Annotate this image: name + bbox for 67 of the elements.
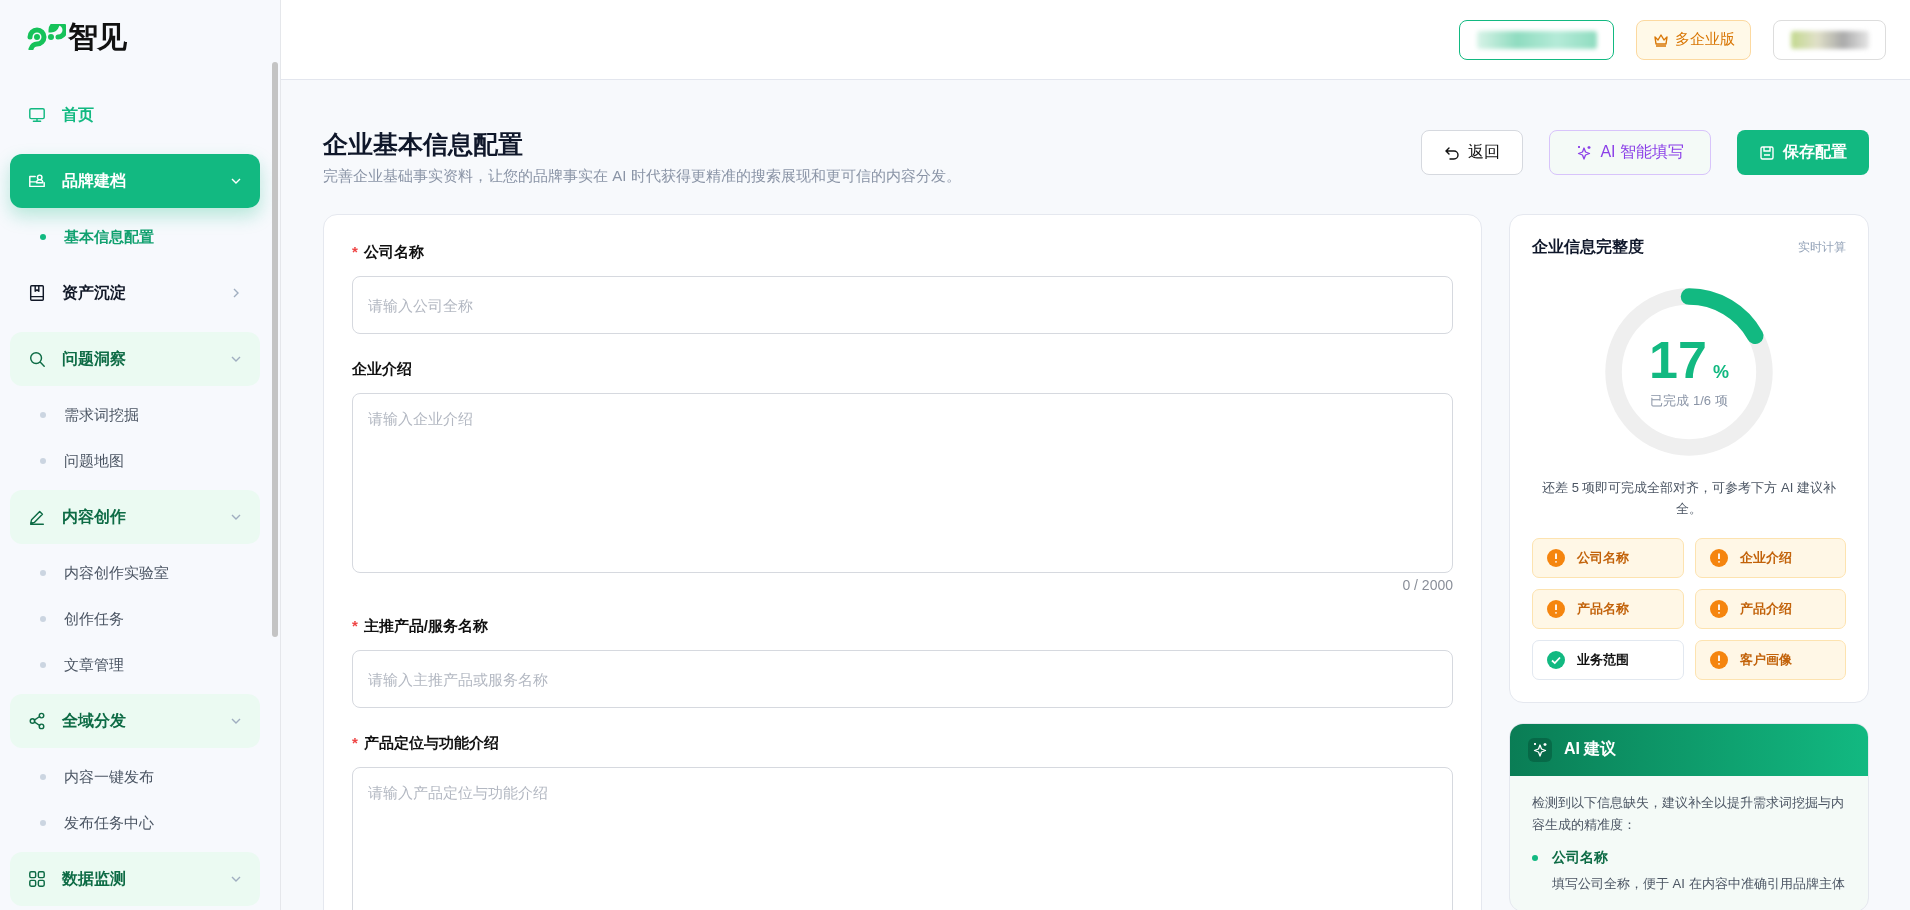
status-tag[interactable]: 产品名称 [1532,588,1684,629]
status-tag[interactable]: 产品介绍 [1694,588,1846,629]
sidebar-subitem[interactable]: 问题地图 [10,442,260,480]
warning-icon [1709,599,1728,618]
field-label: 企业介绍 [352,360,412,377]
sidebar-subitem[interactable]: 发布任务中心 [10,804,260,842]
hint-text: 还差 5 项即可完成全部对齐，可参考下方 AI 建议补全。 [1541,479,1837,518]
sidebar-subitem[interactable]: 内容创作实验室 [10,554,260,592]
monitor-icon [28,106,46,124]
warning-icon [1709,650,1728,669]
card-title: 企业信息完整度 [1532,237,1644,257]
page-title: 企业基本信息配置 [323,129,524,160]
progress-text: 已完成 1/6 项 [1650,392,1728,410]
warning-icon [1547,599,1565,618]
character-counter: 0 / 2000 [1402,577,1453,593]
id-card-icon [28,172,46,190]
text-field[interactable]: 请输入公司全称 [352,276,1453,334]
status-tag[interactable]: 业务范围 [1532,639,1684,680]
status-tag[interactable]: 企业介绍 [1694,537,1846,578]
textarea-field[interactable]: 请输入产品定位与功能介绍 [352,767,1453,910]
page-subtitle: 完善企业基础事实资料，让您的品牌事实在 AI 时代获得更精准的搜索展现和更可信的内容分发。 [323,167,961,186]
field-label: 主推产品/服务名称 [363,617,488,634]
sidebar-subitem[interactable]: 创作任务 [10,600,260,638]
suggestion-title: 公司名称 [1552,849,1608,868]
sidebar-subitem[interactable]: 需求词挖掘 [10,396,260,434]
text-field[interactable]: 请输入主推产品或服务名称 [352,650,1453,708]
sparkle-icon [1576,144,1593,161]
sparkle-icon [1528,737,1552,762]
card-note: 实时计算 [1798,239,1846,256]
redacted-chip[interactable] [1459,19,1614,60]
grid-icon [28,870,46,888]
card-title: AI 建议 [1564,739,1617,760]
required-mark: * [352,617,358,634]
back-button[interactable]: 返回 [1421,130,1524,175]
sidebar-subitem[interactable]: 内容一键发布 [10,758,260,796]
required-mark: * [352,243,358,260]
sidebar-subitem[interactable]: 文章管理 [10,646,260,684]
bullet-dot [1532,855,1538,862]
crown-icon [1652,31,1669,48]
suggestion-text: 填写公司全称，便于 AI 在内容中准确引用品牌主体 [1552,875,1846,894]
ai-fill-button[interactable]: AI 智能填写 [1549,130,1711,175]
textarea-field[interactable]: 请输入企业介绍 [352,393,1453,573]
status-tag[interactable]: 客户画像 [1694,639,1846,680]
logo-text: 智见 [68,18,126,55]
warning-icon [1547,548,1565,567]
scrollbar[interactable] [272,62,278,637]
pen-icon [28,508,46,526]
search-icon [28,350,46,368]
required-mark: * [352,734,358,751]
percent-value: 17 [1649,334,1707,386]
sidebar-subitem[interactable]: 基本信息配置 [10,218,260,256]
percent-sign: % [1712,362,1729,383]
check-icon [1547,650,1565,669]
field-label: 产品定位与功能介绍 [363,734,499,751]
sidebar-item[interactable]: 资产沉淀 [10,266,260,320]
save-icon [1759,144,1775,161]
sidebar-item[interactable]: 问题洞察 [10,332,260,386]
sidebar-item[interactable]: 内容创作 [10,490,260,544]
status-tag[interactable]: 公司名称 [1532,537,1684,578]
book-icon [28,284,46,302]
suggestion-intro: 检测到以下信息缺失，建议补全以提升需求词挖掘与内容生成的精准度： [1532,793,1845,835]
share-icon [28,712,46,730]
sidebar-item[interactable]: 全域分发 [10,694,260,748]
sidebar-item[interactable]: 数据监测 [10,852,260,906]
warning-icon [1709,548,1728,567]
plan-badge[interactable]: 多企业版 [1636,19,1751,60]
field-label: 公司名称 [363,243,424,260]
